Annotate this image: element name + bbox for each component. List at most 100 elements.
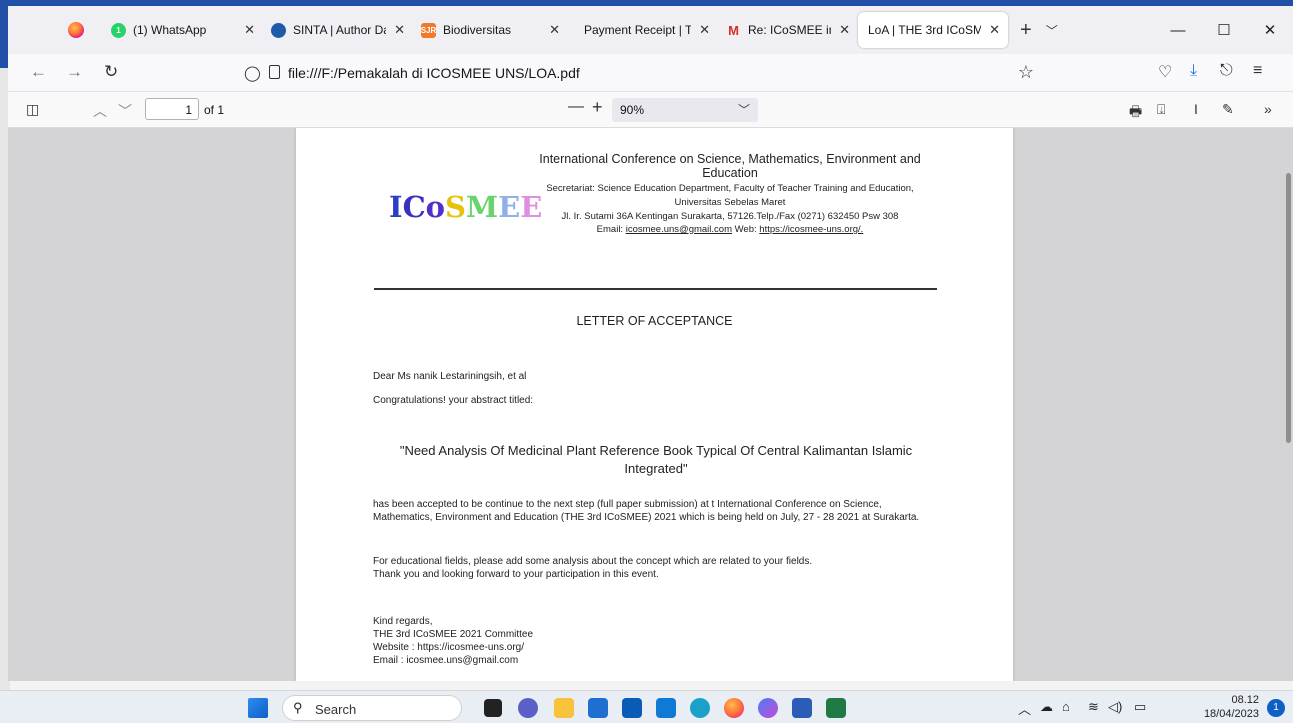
battery-icon[interactable]: ▭ [1134,699,1146,715]
teams-icon[interactable]: ⌂ [1062,699,1070,714]
search-placeholder: Search [315,702,357,717]
minimize-button[interactable]: — [1155,6,1201,54]
tab-title: Biodiversitas [443,23,512,37]
email-label: Email: [596,224,624,235]
chevron-down-icon[interactable]: ﹀ [1046,22,1058,39]
chat-icon[interactable] [518,698,538,718]
tab-title: (1) WhatsApp [133,23,207,37]
reload-icon[interactable]: ↻ [104,62,118,82]
pdf-viewer[interactable]: ICoSMEE International Conference on Scie… [8,128,1293,681]
letter-title: LETTER OF ACCEPTANCE [576,314,733,328]
contact-line: Email: icosmee.uns@gmail.com Web: https:… [516,223,944,236]
page-icon [269,65,280,79]
zoom-out-icon[interactable]: — [568,98,584,116]
tab-title: Payment Receipt | TH [584,23,692,37]
date-label: 18/04/2023 [1203,708,1259,720]
close-icon[interactable]: ✕ [989,22,1000,38]
tab-title: LoA | THE 3rd ICoSME [868,23,982,37]
acceptance-paragraph: has been accepted to be continue to the … [373,499,920,523]
address: Jl. Ir. Sutami 36A Kentingan Surakarta, … [561,211,899,222]
next-page-icon[interactable]: ﹀ [118,101,132,121]
share-icon[interactable]: ⎋ [1220,62,1233,80]
url-text[interactable]: file:///F:/Pemakalah di ICOSMEE UNS/LOA.… [288,65,580,81]
page-number-input[interactable]: 1 [145,98,199,120]
pocket-icon[interactable]: ♡ [1158,62,1172,82]
web-link[interactable]: https://icosmee-uns.org/. [759,224,863,235]
word-icon[interactable] [792,698,812,718]
tools-menu-icon[interactable]: » [1264,101,1272,117]
text-tool-icon[interactable]: Ι [1194,101,1198,117]
chevron-down-icon: ﹀ [737,103,750,117]
file-explorer-icon[interactable] [554,698,574,718]
clock[interactable]: 08.12 18/04/2023 [1204,693,1259,721]
close-icon[interactable]: ✕ [394,22,405,38]
volume-icon[interactable]: ◁) [1108,699,1122,715]
pdf-toolbar: ◫ ︿ ﹀ 1 of 1 — + 90% ﹀ 🖶 ⍗ Ι ✎ » [8,92,1293,128]
close-window-button[interactable]: ✕ [1247,6,1293,54]
chevron-up-icon[interactable]: ︿ [1018,699,1031,718]
secretariat: Secretariat: Science Education Departmen… [546,183,914,194]
store-icon[interactable] [588,698,608,718]
previous-page-icon[interactable]: ︿ [93,101,107,121]
website-line: Website : https://icosmee-uns.org/ [373,642,524,653]
tab-whatsapp[interactable]: 1 (1) WhatsApp ✕ [103,12,263,48]
committee: THE 3rd ICoSMEE 2021 Committee [373,629,534,640]
draw-tool-icon[interactable]: ✎ [1222,101,1234,118]
windows-start-icon[interactable] [248,698,268,718]
zoom-select[interactable]: 90% ﹀ [612,98,758,122]
thanks-text: Thank you and looking forward to your pa… [373,569,659,580]
pdf-page: ICoSMEE International Conference on Scie… [296,128,1013,681]
edge-icon[interactable] [690,698,710,718]
tab-gmail[interactable]: M Re: ICoSMEE infor ✕ [718,12,858,48]
star-icon[interactable]: ☆ [1018,62,1034,83]
new-tab-button[interactable]: + [1020,19,1032,42]
maximize-button[interactable]: ☐ [1201,6,1247,54]
download-icon[interactable]: ⤓ [1190,62,1197,80]
scrollbar[interactable] [1286,173,1291,443]
close-icon[interactable]: ✕ [699,22,710,38]
salutation: Dear Ms nanik Lestariningsih, et al [373,371,527,382]
mail-icon[interactable] [622,698,642,718]
browser-window: 1 (1) WhatsApp ✕ SINTA | Author Da ✕ SJR… [8,6,1293,681]
onedrive-icon[interactable]: ☁ [1040,699,1053,715]
gmail-icon: M [728,22,739,38]
search-icon: ⚲ [293,700,303,715]
educational-note: For educational fields, please add some … [373,556,813,567]
navigation-toolbar: ← → ↻ ◯ file:///F:/Pemakalah di ICOSMEE … [8,54,1293,92]
save-icon[interactable]: ⍗ [1157,101,1165,118]
sidebar-toggle-icon[interactable]: ◫ [26,101,39,118]
firefox-view-icon[interactable] [68,22,84,38]
tab-biodiversitas[interactable]: SJR Biodiversitas ✕ [413,12,568,48]
close-icon[interactable]: ✕ [839,22,850,38]
taskbar-search[interactable]: ⚲ Search [282,695,462,721]
tab-loa-pdf[interactable]: LoA | THE 3rd ICoSME ✕ [858,12,1008,48]
tab-strip: 1 (1) WhatsApp ✕ SINTA | Author Da ✕ SJR… [8,6,1293,54]
sjr-icon: SJR [421,22,436,38]
back-arrow-icon[interactable]: ← [30,62,47,82]
copilot-icon[interactable] [758,698,778,718]
tab-sinta[interactable]: SINTA | Author Da ✕ [263,12,413,48]
close-icon[interactable]: ✕ [244,22,255,38]
firefox-icon[interactable] [724,698,744,718]
notification-badge[interactable]: 1 [1267,699,1285,717]
zoom-in-icon[interactable]: + [592,97,603,118]
forward-arrow-icon[interactable]: → [66,62,83,82]
tab-title: Re: ICoSMEE infor [748,23,831,37]
zoom-value: 90% [620,103,645,117]
menu-icon[interactable]: ≡ [1253,62,1262,80]
excel-icon[interactable] [826,698,846,718]
web-label: Web: [734,224,757,235]
close-icon[interactable]: ✕ [549,22,560,38]
university: Universitas Sebelas Maret [674,197,786,208]
task-view-icon[interactable] [484,699,502,717]
email-link[interactable]: icosmee.uns@gmail.com [626,224,732,235]
letterhead: International Conference on Science, Mat… [516,152,944,236]
header-divider [374,288,937,290]
address-bar[interactable]: ◯ file:///F:/Pemakalah di ICOSMEE UNS/LO… [226,60,1042,88]
app-l-icon[interactable] [656,698,676,718]
shield-icon[interactable]: ◯ [244,64,261,82]
wifi-icon[interactable]: ≋ [1088,699,1099,715]
paper-title: "Need Analysis Of Medicinal Plant Refere… [399,443,913,476]
print-icon[interactable]: 🖶 [1129,101,1142,125]
tab-payment-receipt[interactable]: Payment Receipt | TH ✕ [568,12,718,48]
